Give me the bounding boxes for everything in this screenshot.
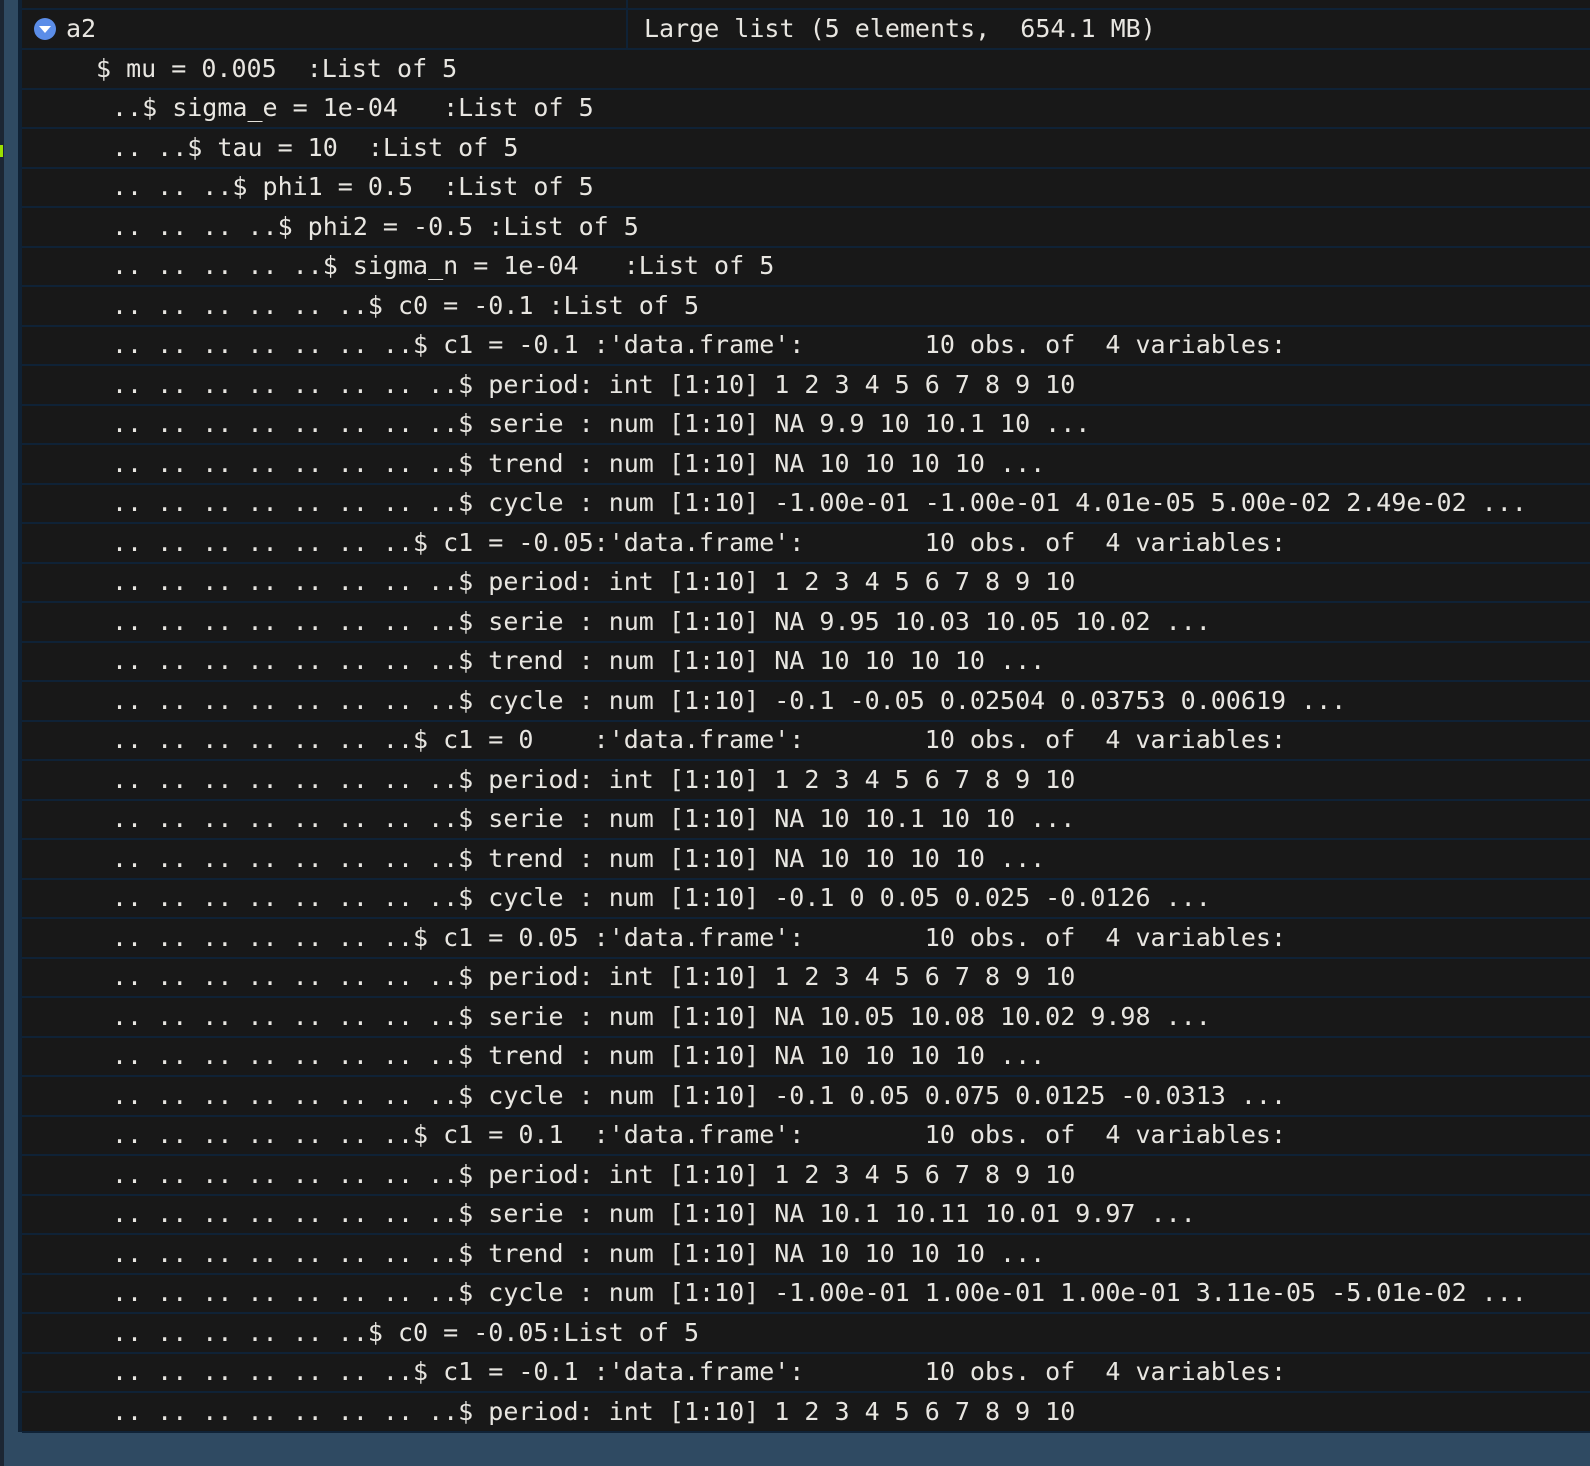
variable-row-a2[interactable]: a2 Large list (5 elements, 654.1 MB) [22,0,1590,50]
structure-line: .. .. ..$ phi1 = 0.5 :List of 5 [22,168,1590,208]
structure-line-text: .. .. .. .. .. .. .. ..$ cycle : num [1:… [112,685,1347,715]
structure-line: .. .. .. .. .. .. .. ..$ serie : num [1:… [22,800,1590,840]
structure-line-text: .. .. .. .. .. .. .. ..$ period: int [1:… [112,1159,1076,1189]
structure-line: .. .. .. .. .. .. ..$ c1 = 0 :'data.fram… [22,721,1590,761]
structure-line-text: .. .. .. .. .. .. .. ..$ period: int [1:… [112,369,1076,399]
structure-line: .. .. .. .. .. .. ..$ c1 = -0.1 :'data.f… [22,1353,1590,1393]
structure-line: .. .. .. .. .. .. .. ..$ period: int [1:… [22,761,1590,801]
structure-line: .. .. .. .. .. .. .. ..$ cycle : num [1:… [22,484,1590,524]
change-marker [0,145,3,157]
structure-line-text: .. .. .. .. .. .. .. ..$ serie : num [1:… [112,409,1091,438]
structure-line-text: .. .. .. .. .. ..$ c0 = -0.1 :List of 5 [112,290,699,320]
structure-line-text: .. .. ..$ phi1 = 0.5 :List of 5 [112,172,594,201]
structure-line-text: .. .. .. .. .. .. .. ..$ cycle : num [1:… [112,1278,1527,1307]
structure-line: .. .. .. .. .. .. ..$ c1 = 0.05 :'data.f… [22,919,1590,959]
previous-row-edge [22,0,1590,10]
structure-line: .. .. .. .. .. .. ..$ c1 = 0.1 :'data.fr… [22,1116,1590,1156]
structure-line: .. .. .. .. .. .. .. ..$ trend : num [1:… [22,445,1590,485]
structure-line: .. .. .. .. .. .. .. ..$ trend : num [1:… [22,1235,1590,1275]
structure-line-text: .. .. .. .. .. .. .. ..$ serie : num [1:… [112,606,1211,636]
structure-line: .. .. .. .. .. .. ..$ c1 = -0.05:'data.f… [22,524,1590,564]
structure-line-text: .. .. .. .. .. .. ..$ c1 = 0.1 :'data.fr… [112,1120,1286,1149]
structure-line-text: .. .. .. .. .. .. ..$ c1 = 0 :'data.fram… [112,725,1286,754]
structure-line-text: .. .. .. .. .. .. ..$ c1 = -0.1 :'data.f… [112,330,1286,359]
variable-summary: Large list (5 elements, 654.1 MB) [644,14,1156,43]
structure-line-text: .. .. .. .. .. .. ..$ c1 = -0.1 :'data.f… [112,1357,1286,1386]
structure-line: .. .. .. .. .. .. .. ..$ serie : num [1:… [22,405,1590,445]
structure-line: .. .. .. .. .. .. .. ..$ serie : num [1:… [22,603,1590,643]
structure-line-text: .. .. .. .. .. .. .. ..$ period: int [1:… [112,962,1076,991]
structure-line-text: .. .. .. .. .. .. .. ..$ trend : num [1:… [112,646,1046,675]
structure-line: .. .. .. .. .. .. .. ..$ cycle : num [1:… [22,879,1590,919]
left-gutter [0,0,4,1466]
structure-line: .. ..$ tau = 10 :List of 5 [22,129,1590,169]
structure-line-text: .. .. .. .. .. .. ..$ c1 = -0.05:'data.f… [112,527,1286,557]
structure-line: .. .. .. .. .. .. .. ..$ period: int [1:… [22,563,1590,603]
structure-line-text: .. .. .. .. .. .. .. ..$ cycle : num [1:… [112,488,1527,517]
structure-line: .. .. .. .. .. .. .. ..$ period: int [1:… [22,958,1590,998]
structure-line: .. .. .. .. .. .. .. ..$ trend : num [1:… [22,642,1590,682]
structure-line: .. .. .. .. .. .. .. ..$ serie : num [1:… [22,998,1590,1038]
column-divider [626,0,628,50]
structure-line: .. .. .. .. .. .. .. ..$ serie : num [1:… [22,1195,1590,1235]
structure-line-text: .. .. .. .. ..$ sigma_n = 1e-04 :List of… [112,251,775,280]
structure-line-text: .. .. .. .. .. .. .. ..$ serie : num [1:… [112,1199,1196,1228]
structure-line: ..$ sigma_e = 1e-04 :List of 5 [22,89,1590,129]
structure-line-text: $ mu = 0.005 :List of 5 [96,53,458,83]
structure-line-text: .. .. .. ..$ phi2 = -0.5 :List of 5 [112,211,639,241]
structure-line: .. .. .. .. .. ..$ c0 = -0.05:List of 5 [22,1314,1590,1354]
structure-line-text: .. ..$ tau = 10 :List of 5 [112,132,519,162]
structure-line: $ mu = 0.005 :List of 5 [22,50,1590,90]
structure-line-text: .. .. .. .. .. .. .. ..$ period: int [1:… [112,567,1076,596]
structure-line: .. .. .. .. .. ..$ c0 = -0.1 :List of 5 [22,287,1590,327]
structure-line: .. .. .. .. .. .. ..$ c1 = -0.1 :'data.f… [22,326,1590,366]
structure-line: .. .. .. .. .. .. .. ..$ period: int [1:… [22,1156,1590,1196]
structure-line: .. .. .. .. .. .. .. ..$ period: int [1:… [22,1393,1590,1433]
structure-line-text: .. .. .. .. .. .. .. ..$ serie : num [1:… [112,1001,1211,1031]
structure-line-text: .. .. .. .. .. .. .. ..$ cycle : num [1:… [112,883,1211,912]
structure-line: .. .. .. .. .. .. .. ..$ trend : num [1:… [22,1037,1590,1077]
structure-line: .. .. .. .. .. .. .. ..$ cycle : num [1:… [22,1274,1590,1314]
structure-line: .. .. .. .. .. .. .. ..$ period: int [1:… [22,366,1590,406]
structure-line: .. .. .. .. .. .. .. ..$ cycle : num [1:… [22,1077,1590,1117]
structure-line-text: .. .. .. .. .. .. ..$ c1 = 0.05 :'data.f… [112,922,1286,952]
structure-line: .. .. .. .. .. .. .. ..$ cycle : num [1:… [22,682,1590,722]
structure-line-text: ..$ sigma_e = 1e-04 :List of 5 [112,93,594,122]
structure-line-text: .. .. .. .. .. .. .. ..$ trend : num [1:… [112,448,1046,478]
structure-line: .. .. .. ..$ phi2 = -0.5 :List of 5 [22,208,1590,248]
structure-line: .. .. .. .. .. .. .. ..$ trend : num [1:… [22,840,1590,880]
structure-line-text: .. .. .. .. .. .. .. ..$ period: int [1:… [112,1396,1076,1426]
environment-panel: a2 Large list (5 elements, 654.1 MB) $ m… [18,0,1590,1433]
structure-line-text: .. .. .. .. .. .. .. ..$ cycle : num [1:… [112,1080,1286,1110]
variable-name: a2 [66,14,97,43]
structure-line: .. .. .. .. ..$ sigma_n = 1e-04 :List of… [22,247,1590,287]
structure-line-text: .. .. .. .. .. .. .. ..$ trend : num [1:… [112,1041,1046,1070]
structure-line-text: .. .. .. .. .. .. .. ..$ period: int [1:… [112,764,1076,794]
structure-line-text: .. .. .. .. .. ..$ c0 = -0.05:List of 5 [112,1317,699,1347]
structure-line-text: .. .. .. .. .. .. .. ..$ serie : num [1:… [112,804,1076,833]
structure-line-text: .. .. .. .. .. .. .. ..$ trend : num [1:… [112,1238,1046,1268]
collapse-toggle-icon[interactable] [34,18,56,40]
structure-line-text: .. .. .. .. .. .. .. ..$ trend : num [1:… [112,843,1046,873]
